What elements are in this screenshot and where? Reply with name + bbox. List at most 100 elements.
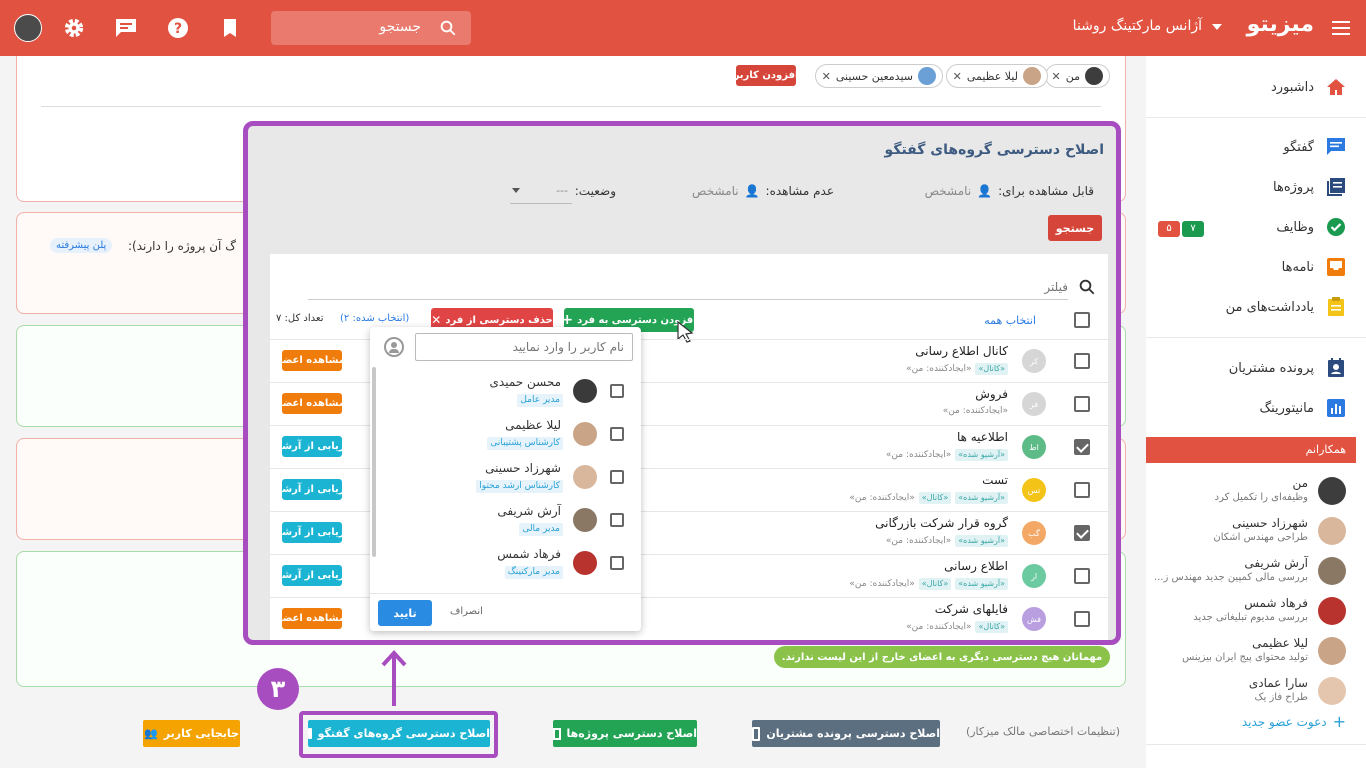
guests-notice: مهمانان هیچ دسترسی دیگری به اعضای خارج ا…	[774, 646, 1110, 668]
sidebar-item-label: گفتگو	[1283, 139, 1314, 155]
user-avatar[interactable]	[14, 14, 42, 42]
sidebar-item-projects[interactable]: پروژه‌ها	[1146, 170, 1346, 204]
group-tag: «آرشیو شده»	[955, 492, 1008, 504]
row-action-button[interactable]: بازیابی از آرشیو	[272, 522, 352, 543]
filter-input[interactable]	[308, 274, 1068, 300]
list-item[interactable]: فرهاد شمس مدیر مارکتینگ	[370, 542, 641, 585]
user-checkbox[interactable]	[610, 556, 624, 570]
group-meta: «ایجادکننده: من» «کانال» «آرشیو شده»	[849, 492, 1008, 504]
projects-access-button[interactable]: اصلاح دسترسی پروژه‌ها	[553, 720, 697, 747]
help-icon[interactable]: ?	[166, 16, 190, 40]
row-checkbox[interactable]	[1074, 525, 1090, 541]
user-checkbox[interactable]	[610, 427, 624, 441]
close-icon[interactable]: ✕	[822, 70, 831, 83]
list-item[interactable]: لیلا عظیمی کارشناس پشتیبانی	[370, 413, 641, 456]
sidebar-item-inbox[interactable]: نامه‌ها	[1146, 250, 1346, 284]
user-checkbox[interactable]	[610, 513, 624, 527]
list-item[interactable]: آرش شریفی مدیر مالی	[370, 499, 641, 542]
user-checkbox[interactable]	[610, 384, 624, 398]
group-name[interactable]: اطلاعیه ها	[957, 430, 1008, 444]
cancel-button[interactable]: انصراف	[450, 606, 483, 617]
move-user-button[interactable]: جابجایی کاربر 👥	[143, 720, 240, 747]
user-search-field[interactable]	[415, 333, 633, 361]
colleague-item[interactable]: سارا عمادی طراح فاز یک	[1146, 673, 1346, 709]
colleague-item[interactable]: آرش شریفی بررسی مالی کمپین جدید مهندس ز.…	[1146, 553, 1346, 589]
group-name[interactable]: فایلهای شرکت	[935, 602, 1008, 616]
group-creator: «ایجادکننده: من»	[849, 493, 915, 503]
row-action-button[interactable]: بازیابی از آرشیو	[272, 565, 352, 586]
member-chip[interactable]: سیدمعین حسینی ✕	[814, 64, 943, 88]
partial-text: گ آن پروژه را دارند):	[128, 239, 236, 253]
group-name[interactable]: تست	[982, 473, 1008, 487]
sidebar-item-contacts[interactable]: پرونده مشتریان	[1146, 351, 1346, 385]
search-box[interactable]	[271, 11, 471, 45]
select-all-checkbox[interactable]	[1074, 312, 1090, 328]
gear-icon[interactable]	[62, 16, 86, 40]
group-creator: «ایجادکننده: من»	[885, 450, 952, 460]
invite-member-link[interactable]: + دعوت عضو جدید	[1242, 714, 1346, 730]
messages-icon[interactable]	[114, 16, 138, 40]
not-visible-filter[interactable]: عدم مشاهده: 👤 نامشخص	[692, 184, 834, 198]
sidebar-item-label: وظایف	[1276, 219, 1314, 235]
close-icon[interactable]: ✕	[953, 70, 962, 83]
list-item[interactable]: شهرزاد حسینی کارشناس ارشد محتوا	[370, 456, 641, 499]
group-meta: «ایجادکننده: من»	[943, 406, 1008, 416]
group-avatar: اط	[1022, 435, 1046, 459]
group-name[interactable]: کانال اطلاع رسانی	[915, 344, 1008, 358]
selected-count[interactable]: (انتخاب شده: ۲)	[340, 313, 409, 324]
group-name[interactable]: گروه قرار شرکت بازرگانی	[875, 516, 1008, 530]
close-icon[interactable]: ✕	[1052, 70, 1061, 83]
group-avatar: کر	[1022, 349, 1046, 373]
group-meta: «ایجادکننده: من» «کانال»	[906, 363, 1008, 375]
group-name[interactable]: فروش	[975, 387, 1008, 401]
row-checkbox[interactable]	[1074, 482, 1090, 498]
chat-groups-access-button[interactable]: اصلاح دسترسی گروه‌های گفتگو	[308, 720, 490, 747]
row-checkbox[interactable]	[1074, 568, 1090, 584]
group-name[interactable]: اطلاع رسانی	[944, 559, 1008, 573]
group-tag: «آرشیو شده»	[955, 535, 1008, 547]
sidebar-item-chat[interactable]: گفتگو	[1146, 130, 1346, 164]
advanced-plan-badge: پلن پیشرفته	[50, 238, 113, 253]
agency-selector[interactable]: آژانس مارکتینگ روشنا	[1073, 18, 1202, 34]
row-action-button[interactable]: مشاهده اعضا	[279, 608, 345, 629]
row-action-button[interactable]: مشاهده اعضا	[279, 350, 345, 371]
colleague-item[interactable]: من وظیفه‌ای را تکمیل کرد	[1146, 473, 1346, 509]
row-checkbox[interactable]	[1074, 353, 1090, 369]
row-action-button[interactable]: مشاهده اعضا	[279, 393, 345, 414]
search-input[interactable]	[301, 19, 421, 35]
confirm-button[interactable]: تایید	[378, 600, 432, 626]
row-checkbox[interactable]	[1074, 611, 1090, 627]
sidebar-item-label: نامه‌ها	[1281, 259, 1314, 275]
member-chip[interactable]: لیلا عظیمی ✕	[945, 64, 1048, 88]
row-checkbox[interactable]	[1074, 396, 1090, 412]
chat-icon	[1326, 137, 1346, 157]
sidebar-item-notes[interactable]: یادداشت‌های من	[1146, 290, 1346, 324]
row-action-button[interactable]: بازیابی از آرشیو	[272, 479, 352, 500]
user-picker-dropdown: محسن حمیدی مدیر عامل لیلا عظیمی کارشناس …	[370, 327, 641, 631]
bookmark-icon[interactable]	[218, 16, 242, 40]
user-checkbox[interactable]	[610, 470, 624, 484]
row-action-button[interactable]: بازیابی از آرشیو	[272, 436, 352, 457]
select-all-link[interactable]: انتخاب همه	[984, 314, 1036, 327]
group-tag: «کانال»	[918, 492, 952, 504]
menu-icon[interactable]	[1326, 16, 1350, 40]
group-tag: «آرشیو شده»	[955, 578, 1008, 590]
group-creator: «ایجادکننده: من»	[849, 579, 915, 589]
inbox-icon	[1326, 257, 1346, 277]
search-button[interactable]: جستجو	[1048, 215, 1102, 241]
list-item[interactable]: محسن حمیدی مدیر عامل	[370, 370, 641, 413]
filter-field[interactable]	[270, 270, 1108, 302]
status-select[interactable]: ---	[510, 178, 572, 204]
sidebar-item-monitoring[interactable]: مانیتورینگ	[1146, 391, 1346, 425]
sidebar-item-dashboard[interactable]: داشبورد	[1146, 70, 1346, 104]
visible-to-filter[interactable]: قابل مشاهده برای: 👤 نامشخص	[925, 184, 1094, 198]
colleague-item[interactable]: شهرزاد حسینی طراحی مهندس اشکان	[1146, 513, 1346, 549]
contacts-access-button[interactable]: اصلاح دسترسی پرونده مشتریان	[752, 720, 940, 747]
user-search-input[interactable]	[416, 334, 632, 360]
row-checkbox[interactable]	[1074, 439, 1090, 455]
add-user-button[interactable]: افزودن کاربر	[734, 65, 798, 86]
colleague-item[interactable]: فرهاد شمس بررسی مدیوم تبلیغاتی جدید	[1146, 593, 1346, 629]
caret-down-icon[interactable]	[1212, 24, 1222, 30]
colleague-item[interactable]: لیلا عظیمی تولید محتوای پیج ایران بیزینس	[1146, 633, 1346, 669]
member-chip[interactable]: من ✕	[1044, 64, 1110, 88]
